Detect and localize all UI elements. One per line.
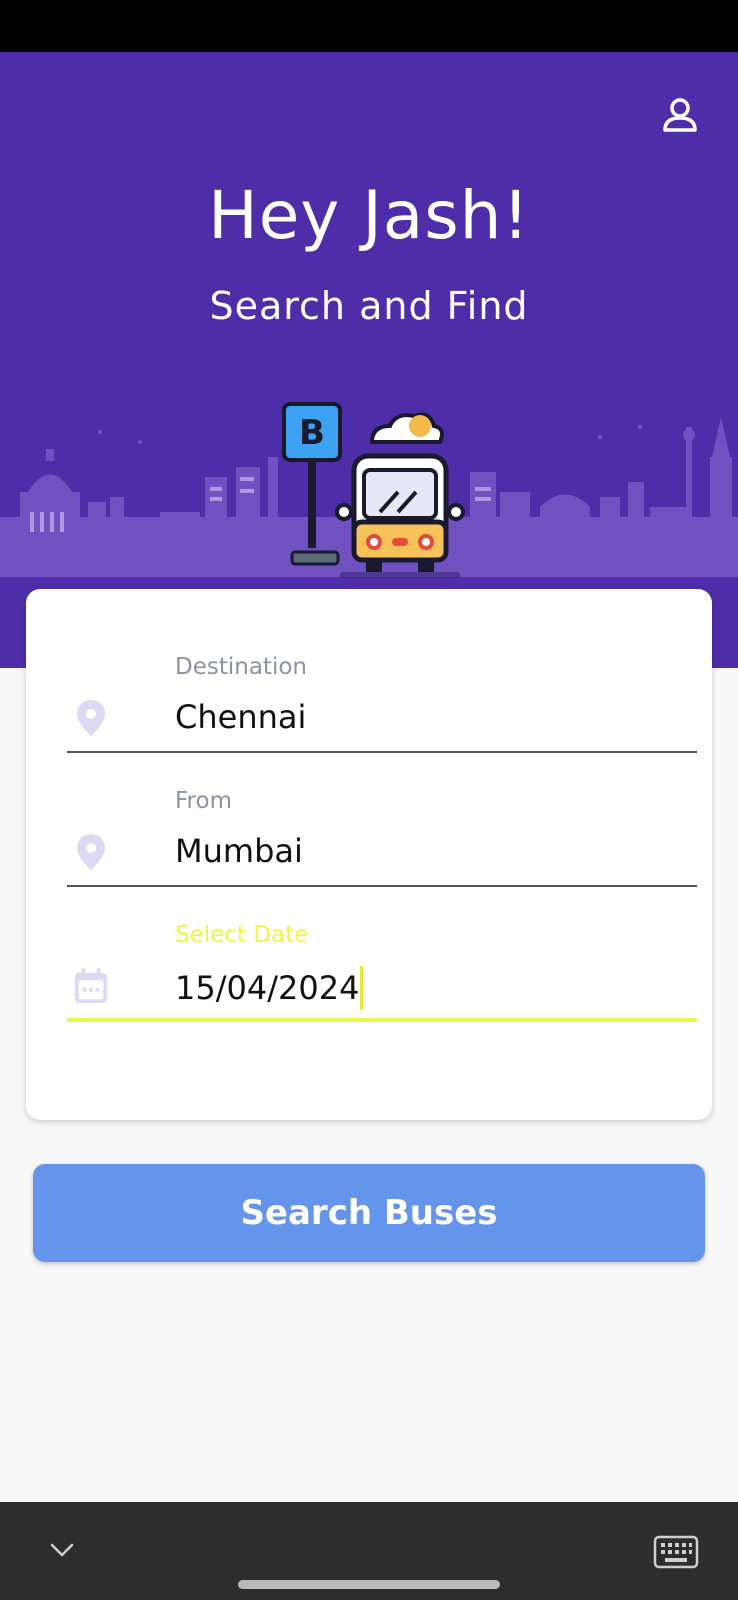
keyboard-switch-button[interactable] xyxy=(651,1532,701,1572)
collapse-keyboard-button[interactable] xyxy=(44,1532,80,1568)
date-input[interactable]: 15/04/2024 xyxy=(175,966,364,1010)
from-field[interactable]: From Mumbai xyxy=(67,788,697,908)
hero-banner: Hey Jash! Search and Find B xyxy=(0,52,738,668)
calendar-icon xyxy=(73,964,109,1008)
destination-label: Destination xyxy=(175,654,307,680)
keyboard-icon xyxy=(653,1535,699,1569)
destination-input[interactable]: Chennai xyxy=(175,698,306,736)
home-indicator[interactable] xyxy=(238,1580,500,1589)
date-underline xyxy=(67,1018,697,1022)
greeting-title: Hey Jash! xyxy=(208,177,530,254)
bus-stop-sign-letter: B xyxy=(299,413,325,453)
destination-underline xyxy=(67,751,697,753)
location-pin-icon xyxy=(73,696,109,740)
location-pin-icon xyxy=(73,830,109,874)
search-form-card: Destination Chennai From Mumbai Select D… xyxy=(26,589,712,1120)
subtitle: Search and Find xyxy=(209,284,529,328)
bus-stop-illustration: B xyxy=(282,402,465,578)
person-icon xyxy=(663,98,697,132)
status-bar xyxy=(0,0,738,52)
date-label: Select Date xyxy=(175,922,309,948)
from-input[interactable]: Mumbai xyxy=(175,832,303,870)
profile-button[interactable] xyxy=(655,90,705,140)
from-label: From xyxy=(175,788,232,814)
destination-field[interactable]: Destination Chennai xyxy=(67,654,697,774)
search-buses-button[interactable]: Search Buses xyxy=(33,1164,705,1262)
date-value: 15/04/2024 xyxy=(175,969,360,1007)
chevron-down-icon xyxy=(50,1543,74,1557)
date-field[interactable]: Select Date 15/04/2024 xyxy=(67,922,697,1042)
from-underline xyxy=(67,885,697,887)
text-cursor xyxy=(360,966,364,1010)
